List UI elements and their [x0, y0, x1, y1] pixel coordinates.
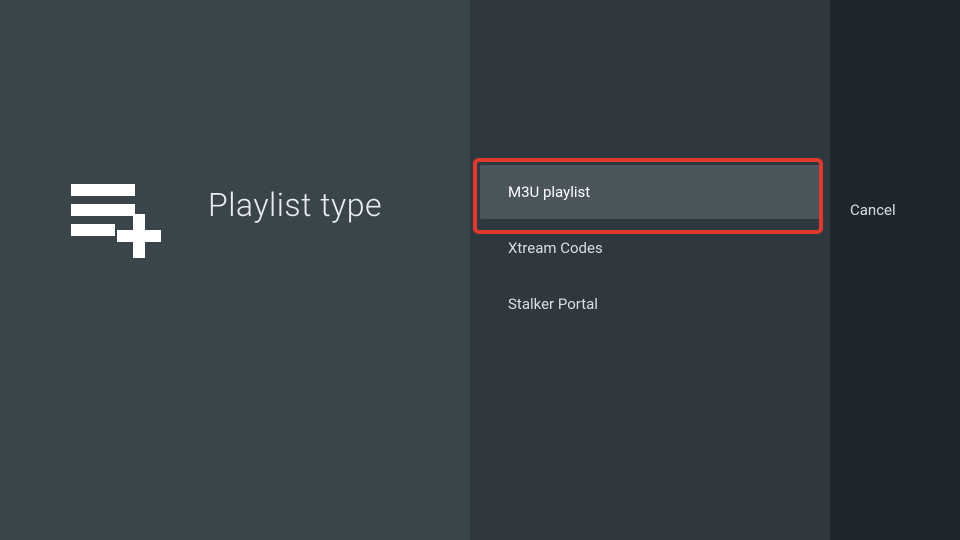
option-m3u-playlist[interactable]: M3U playlist — [480, 165, 820, 219]
option-xtream-codes[interactable]: Xtream Codes — [480, 221, 820, 275]
left-pane: Playlist type — [0, 0, 470, 540]
actions-pane: Cancel — [830, 0, 960, 540]
playlist-add-icon — [70, 178, 168, 262]
option-label: Stalker Portal — [508, 295, 598, 313]
page-title: Playlist type — [208, 186, 382, 224]
option-stalker-portal[interactable]: Stalker Portal — [480, 277, 820, 331]
options-pane: M3U playlist Xtream Codes Stalker Portal — [470, 0, 830, 540]
option-label: Xtream Codes — [508, 239, 603, 257]
cancel-button[interactable]: Cancel — [850, 201, 896, 219]
option-label: M3U playlist — [508, 183, 590, 201]
